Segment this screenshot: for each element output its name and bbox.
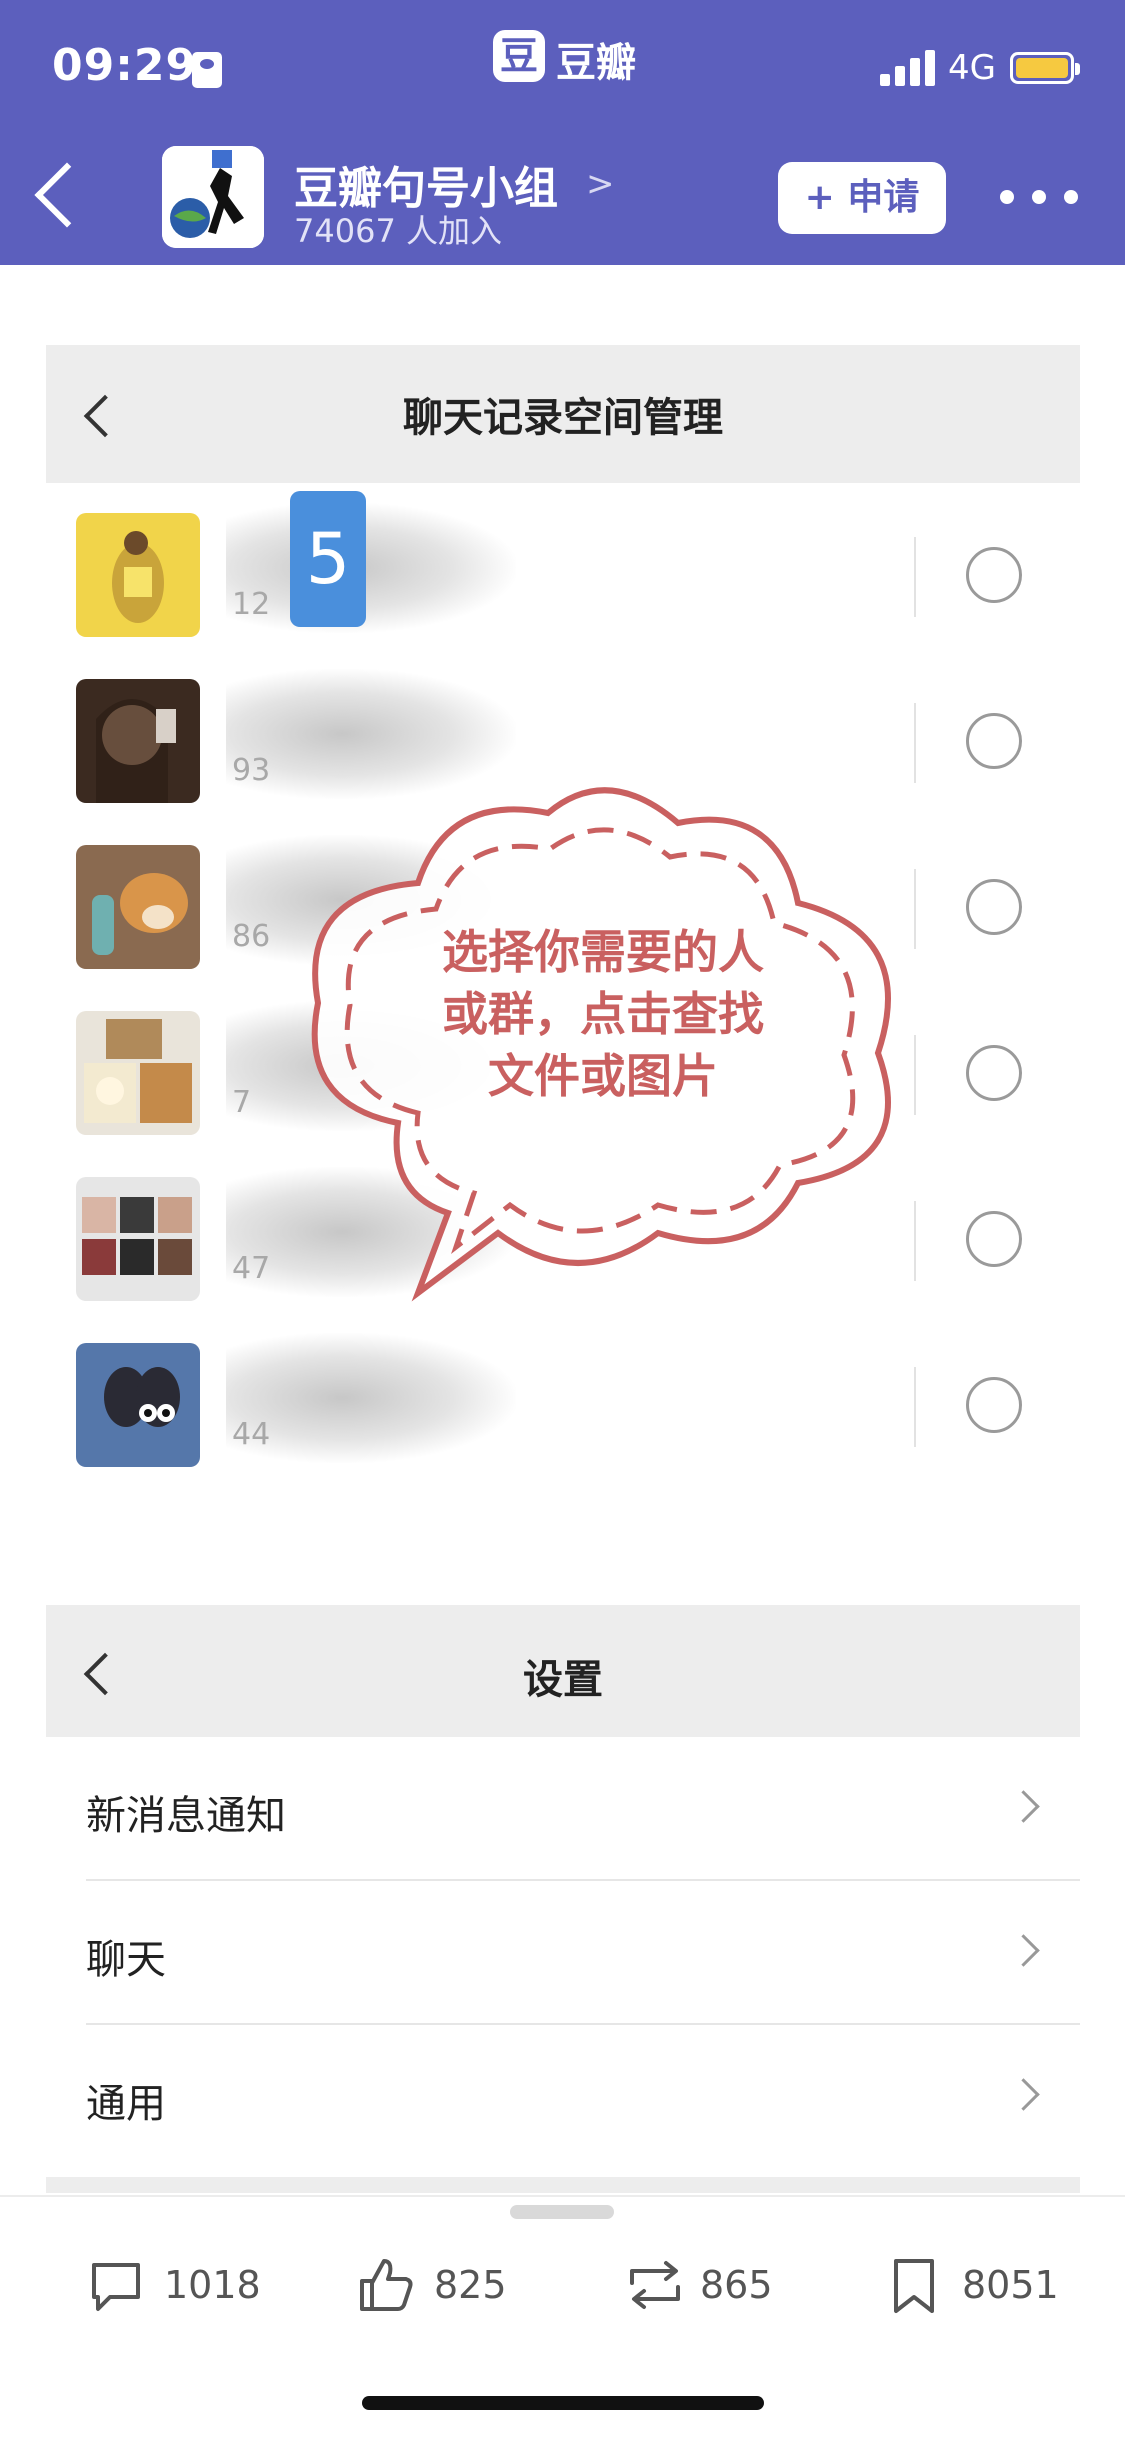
chevron-right-icon: [1007, 1790, 1040, 1823]
status-bar: 09:29 豆 豆瓣 4G: [0, 0, 1125, 135]
status-time: 09:29: [52, 40, 198, 91]
douban-logo-icon: 豆: [493, 30, 545, 82]
avatar: [76, 1011, 200, 1135]
group-avatar[interactable]: [162, 146, 264, 248]
group-name-arrow-icon: >: [586, 164, 615, 204]
app-name: 豆瓣: [556, 40, 636, 86]
tip-text: 选择你需要的人或群，点击查找文件或图片: [442, 925, 764, 1103]
group-member-count: 74067 人加入: [294, 212, 502, 250]
comment-button[interactable]: 1018: [86, 2251, 276, 2321]
chat-count: 47: [232, 1251, 271, 1286]
select-radio[interactable]: [966, 879, 1022, 935]
list-item: 12: [46, 483, 1080, 649]
chat-storage-screenshot: 聊天记录空间管理 12 93 86 7 47 44 5 选择你需要的人或群，点击…: [46, 345, 1080, 1495]
chat-count: 7: [232, 1085, 252, 1120]
avatar: [76, 679, 200, 803]
bookmark-icon: [894, 2259, 934, 2313]
select-radio[interactable]: [966, 1045, 1022, 1101]
settings-list: 新消息通知 聊天 通用: [46, 1737, 1080, 2177]
chat-storage-header: 聊天记录空间管理: [46, 345, 1080, 483]
top-bar: 09:29 豆 豆瓣 4G 豆瓣句号小组 > 74067 人加入 + 申请: [0, 0, 1125, 265]
settings-item-general: 通用: [46, 2025, 1080, 2169]
settings-item-label: 通用: [86, 2081, 166, 2127]
divider: [914, 703, 916, 783]
group-nav-bar: 豆瓣句号小组 > 74067 人加入 + 申请: [0, 140, 1125, 260]
network-type: 4G: [948, 48, 996, 88]
settings-screenshot: 设置 新消息通知 聊天 通用: [46, 1605, 1080, 2193]
reshare-count: 865: [700, 2263, 773, 2307]
settings-item-notifications: 新消息通知: [46, 1737, 1080, 1881]
select-radio[interactable]: [966, 713, 1022, 769]
divider: [914, 1367, 916, 1447]
settings-item-chat: 聊天: [46, 1881, 1080, 2025]
reshare-icon: [630, 2261, 680, 2309]
contact-card-icon: [192, 52, 222, 88]
chat-count: 86: [232, 919, 271, 954]
apply-join-button[interactable]: + 申请: [778, 162, 946, 234]
comment-count: 1018: [164, 2263, 261, 2307]
avatar: [76, 845, 200, 969]
settings-footer: [46, 2177, 1080, 2193]
more-options-icon[interactable]: [1000, 190, 1110, 210]
settings-title: 设置: [523, 1657, 603, 1703]
chevron-right-icon: [1007, 2078, 1040, 2111]
like-count: 825: [434, 2263, 507, 2307]
step-number-badge: 5: [290, 491, 366, 627]
settings-item-label: 聊天: [86, 1937, 166, 1983]
settings-item-label: 新消息通知: [86, 1793, 286, 1839]
chevron-right-icon: [1007, 1934, 1040, 1967]
select-radio[interactable]: [966, 547, 1022, 603]
settings-header: 设置: [46, 1605, 1080, 1737]
reshare-button[interactable]: 865: [622, 2251, 792, 2321]
chat-storage-title: 聊天记录空间管理: [403, 395, 723, 441]
drag-handle[interactable]: [510, 2205, 614, 2219]
avatar: [76, 1343, 200, 1467]
chat-count: 44: [232, 1417, 271, 1452]
thumbs-up-icon: [360, 2259, 413, 2311]
select-radio[interactable]: [966, 1211, 1022, 1267]
post-content: 聊天记录空间管理 12 93 86 7 47 44 5 选择你需要的人或群，点击…: [0, 265, 1125, 2195]
avatar: [76, 1177, 200, 1301]
chat-list: 12 93 86 7 47 44 5 选择你需要的人或群，点击查找文件或图片: [46, 483, 1080, 1493]
select-radio[interactable]: [966, 1377, 1022, 1433]
tip-speech-bubble: 选择你需要的人或群，点击查找文件或图片: [278, 773, 938, 1343]
back-chevron-icon[interactable]: [34, 162, 100, 228]
battery-icon: [1010, 52, 1080, 84]
like-button[interactable]: 825: [356, 2251, 526, 2321]
signal-icon: [880, 50, 936, 86]
chat-count: 93: [232, 753, 271, 788]
home-indicator: [362, 2396, 764, 2410]
divider: [914, 537, 916, 617]
comment-icon: [92, 2263, 140, 2311]
collect-button[interactable]: 8051: [884, 2251, 1074, 2321]
collect-count: 8051: [962, 2263, 1059, 2307]
chat-count: 12: [232, 587, 271, 622]
avatar: [76, 513, 200, 637]
